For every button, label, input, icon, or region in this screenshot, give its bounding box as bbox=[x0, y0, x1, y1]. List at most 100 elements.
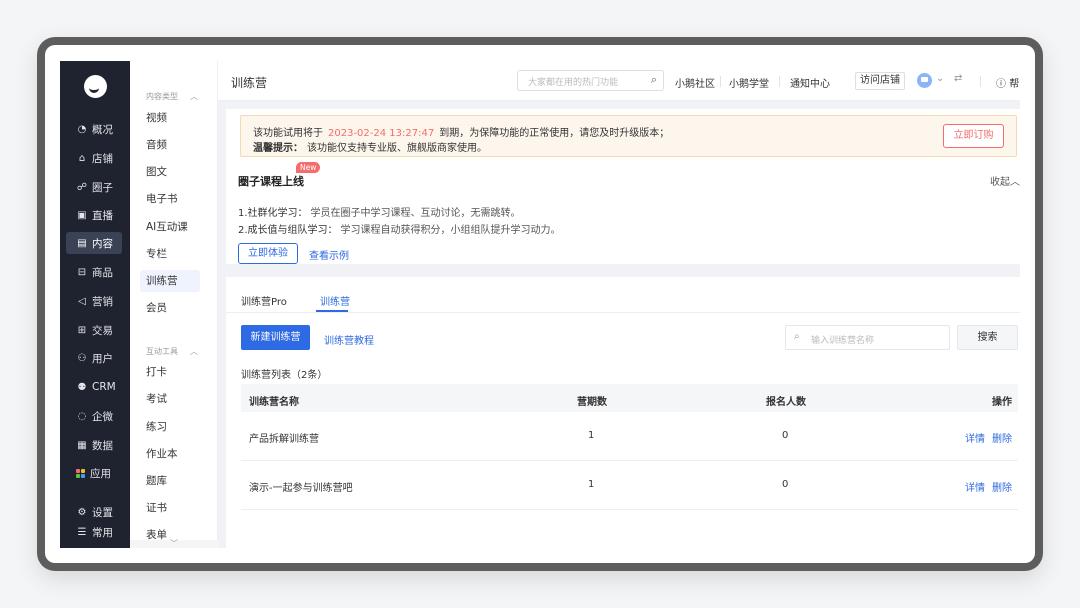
nav-label: 常用 bbox=[92, 526, 113, 539]
nav-item-user[interactable]: ⚇ 用户 bbox=[66, 347, 122, 369]
subscribe-button[interactable]: 立即订购 bbox=[943, 124, 1004, 148]
nav-label: 营销 bbox=[92, 295, 113, 308]
group-content-types[interactable]: 内容类型 ︿ bbox=[146, 91, 198, 102]
nav-item-overview[interactable]: ◔ 概况 bbox=[66, 118, 122, 140]
nav-item-live[interactable]: ▣ 直播 bbox=[66, 204, 122, 226]
help-link[interactable]: ⓘ 帮 bbox=[996, 75, 1019, 90]
column-header-signups: 报名人数 bbox=[766, 397, 806, 408]
subnav-item-practice[interactable]: 练习 bbox=[140, 416, 200, 438]
subnav-item-ebook[interactable]: 电子书 bbox=[140, 188, 200, 210]
nav-item-goods[interactable]: ⊟ 商品 bbox=[66, 261, 122, 283]
divider bbox=[779, 76, 780, 87]
app-logo-icon[interactable] bbox=[84, 75, 107, 98]
trade-icon: ⊞ bbox=[77, 324, 87, 336]
camp-periods: 1 bbox=[588, 479, 595, 490]
community-link[interactable]: 小鹅社区 bbox=[675, 75, 715, 90]
search-button[interactable]: 搜索 bbox=[957, 325, 1018, 350]
app-window: ◔ 概况 ⌂ 店铺 ☍ 圈子 ▣ 直播 ▤ 内容 ⊟ 商品 ◁ 营销 ⊞ 交易 ⚇ 用户 ⚉ CRM… bbox=[60, 61, 1020, 548]
notice-line-2: 温馨提示： 该功能仅支持专业版、旗舰版商家使用。 bbox=[253, 139, 487, 154]
table-row: 产品拆解训练营 1 0 详情 删除 bbox=[241, 412, 1018, 461]
chevron-up-icon: ︿ bbox=[190, 92, 198, 101]
search-placeholder: 大家都在用的热门功能 bbox=[528, 78, 619, 88]
nav-item-trade[interactable]: ⊞ 交易 bbox=[66, 319, 122, 341]
delete-link[interactable]: 删除 bbox=[992, 430, 1012, 445]
subnav-item-article[interactable]: 图文 bbox=[140, 161, 200, 183]
nav-item-content[interactable]: ▤ 内容 bbox=[66, 232, 122, 254]
subnav-item-question-bank[interactable]: 题库 bbox=[140, 470, 200, 492]
promo-card: 该功能试用将于 2023-02-24 13:27:47 到期，为保障功能的正常使用，… bbox=[226, 109, 1020, 264]
nav-item-apps[interactable]: 应用 bbox=[66, 462, 122, 484]
nav-item-shop[interactable]: ⌂ 店铺 bbox=[66, 147, 122, 169]
nav-item-enterprise-wechat[interactable]: ◌ 企微 bbox=[66, 405, 122, 427]
nav-item-common[interactable]: ☰ 常用 bbox=[66, 521, 122, 543]
academy-link[interactable]: 小鹅学堂 bbox=[729, 75, 769, 90]
nav-item-marketing[interactable]: ◁ 营销 bbox=[66, 290, 122, 312]
trial-notice: 该功能试用将于 2023-02-24 13:27:47 到期，为保障功能的正常使用，… bbox=[240, 115, 1017, 157]
nav-item-data[interactable]: ▦ 数据 bbox=[66, 434, 122, 456]
list-card: 训练营Pro 训练营 新建训练营 训练营教程 ⌕ 输入训练营名称 搜索 训练营列… bbox=[226, 277, 1020, 548]
notification-center-link[interactable]: 通知中心 bbox=[790, 75, 830, 90]
primary-sidebar: ◔ 概况 ⌂ 店铺 ☍ 圈子 ▣ 直播 ▤ 内容 ⊟ 商品 ◁ 营销 ⊞ 交易 ⚇ 用户 ⚉ CRM… bbox=[60, 61, 130, 548]
nav-label: 圈子 bbox=[92, 181, 113, 194]
subnav-item-homework[interactable]: 作业本 bbox=[140, 443, 200, 465]
overview-icon: ◔ bbox=[77, 123, 87, 135]
feature-key: 1.社群化学习： bbox=[238, 208, 308, 219]
feature-key: 2.成长值与组队学习： bbox=[238, 225, 338, 236]
collapse-toggle[interactable]: 收起︿ bbox=[990, 173, 1020, 188]
enterprise-wechat-icon: ◌ bbox=[77, 410, 87, 422]
new-training-camp-button[interactable]: 新建训练营 bbox=[241, 325, 310, 350]
subnav-item-training-camp[interactable]: 训练营 bbox=[140, 270, 200, 292]
page-title: 训练营 bbox=[231, 76, 268, 90]
nav-label: 商品 bbox=[92, 266, 113, 279]
group-interactive-tools[interactable]: 互动工具 ︿ bbox=[146, 346, 198, 357]
try-now-button[interactable]: 立即体验 bbox=[238, 243, 298, 264]
tab-training-camp-pro[interactable]: 训练营Pro bbox=[241, 293, 287, 308]
notice-text: 该功能试用将于 bbox=[253, 128, 323, 139]
subnav-item-checkin[interactable]: 打卡 bbox=[140, 361, 200, 383]
store-avatar[interactable] bbox=[917, 73, 932, 88]
nav-item-settings[interactable]: ⚙ 设置 bbox=[66, 501, 122, 523]
data-icon: ▦ bbox=[77, 439, 87, 451]
chevron-down-icon[interactable]: ⌄ bbox=[936, 73, 944, 84]
subnav-item-certificate[interactable]: 证书 bbox=[140, 497, 200, 519]
tip-label: 温馨提示： bbox=[253, 143, 303, 154]
tab-training-camp[interactable]: 训练营 bbox=[320, 293, 350, 308]
subnav-item-video[interactable]: 视频 bbox=[140, 107, 200, 129]
nav-label: 企微 bbox=[92, 410, 113, 423]
list-count: 训练营列表（2条） bbox=[241, 370, 328, 381]
nav-item-circle[interactable]: ☍ 圈子 bbox=[66, 176, 122, 198]
apps-icon bbox=[76, 468, 85, 478]
nav-label: 店铺 bbox=[92, 152, 113, 165]
global-search-input[interactable]: 大家都在用的热门功能 ⌕ bbox=[517, 70, 664, 91]
switch-icon[interactable]: ⇄ bbox=[954, 73, 962, 84]
nav-item-crm[interactable]: ⚉ CRM bbox=[66, 376, 122, 398]
view-example-link[interactable]: 查看示例 bbox=[309, 247, 349, 262]
subnav-item-audio[interactable]: 音频 bbox=[140, 134, 200, 156]
tutorial-link[interactable]: 训练营教程 bbox=[324, 332, 374, 347]
search-icon[interactable]: ⌕ bbox=[651, 73, 657, 87]
camp-signups: 0 bbox=[782, 479, 789, 490]
device-screen: ◔ 概况 ⌂ 店铺 ☍ 圈子 ▣ 直播 ▤ 内容 ⊟ 商品 ◁ 营销 ⊞ 交易 ⚇ 用户 ⚉ CRM… bbox=[45, 45, 1035, 563]
feature-value: 学习课程自动获得积分，小组组队提升学习动力。 bbox=[340, 225, 561, 236]
detail-link[interactable]: 详情 bbox=[965, 430, 985, 445]
feature-value: 学员在圈子中学习课程、互动讨论，无需跳转。 bbox=[310, 208, 521, 219]
camp-name: 演示-一起参与训练营吧 bbox=[249, 483, 353, 494]
secondary-sidebar: 内容类型 ︿ 视频 音频 图文 电子书 AI互动课 专栏 训练营 会员 互动工具 ︿… bbox=[130, 61, 218, 548]
search-icon: ⌕ bbox=[794, 331, 800, 342]
scroll-down-icon[interactable]: ﹀ bbox=[130, 540, 218, 548]
help-label: 帮 bbox=[1009, 79, 1020, 90]
settings-icon: ⚙ bbox=[77, 506, 87, 518]
subnav-item-exam[interactable]: 考试 bbox=[140, 388, 200, 410]
visit-store-button[interactable]: 访问店铺 bbox=[855, 72, 905, 90]
camp-search-input[interactable]: ⌕ 输入训练营名称 bbox=[785, 325, 950, 350]
detail-link[interactable]: 详情 bbox=[965, 479, 985, 494]
common-icon: ☰ bbox=[77, 526, 87, 538]
subnav-item-column[interactable]: 专栏 bbox=[140, 243, 200, 265]
subnav-item-ai-course[interactable]: AI互动课 bbox=[140, 216, 200, 238]
nav-label: 数据 bbox=[92, 439, 113, 452]
subnav-item-membership[interactable]: 会员 bbox=[140, 297, 200, 319]
table-header: 训练营名称 营期数 报名人数 操作 bbox=[241, 384, 1018, 412]
notice-line-1: 该功能试用将于 2023-02-24 13:27:47 到期，为保障功能的正常使用，… bbox=[253, 124, 669, 139]
delete-link[interactable]: 删除 bbox=[992, 479, 1012, 494]
circle-icon: ☍ bbox=[76, 181, 88, 193]
